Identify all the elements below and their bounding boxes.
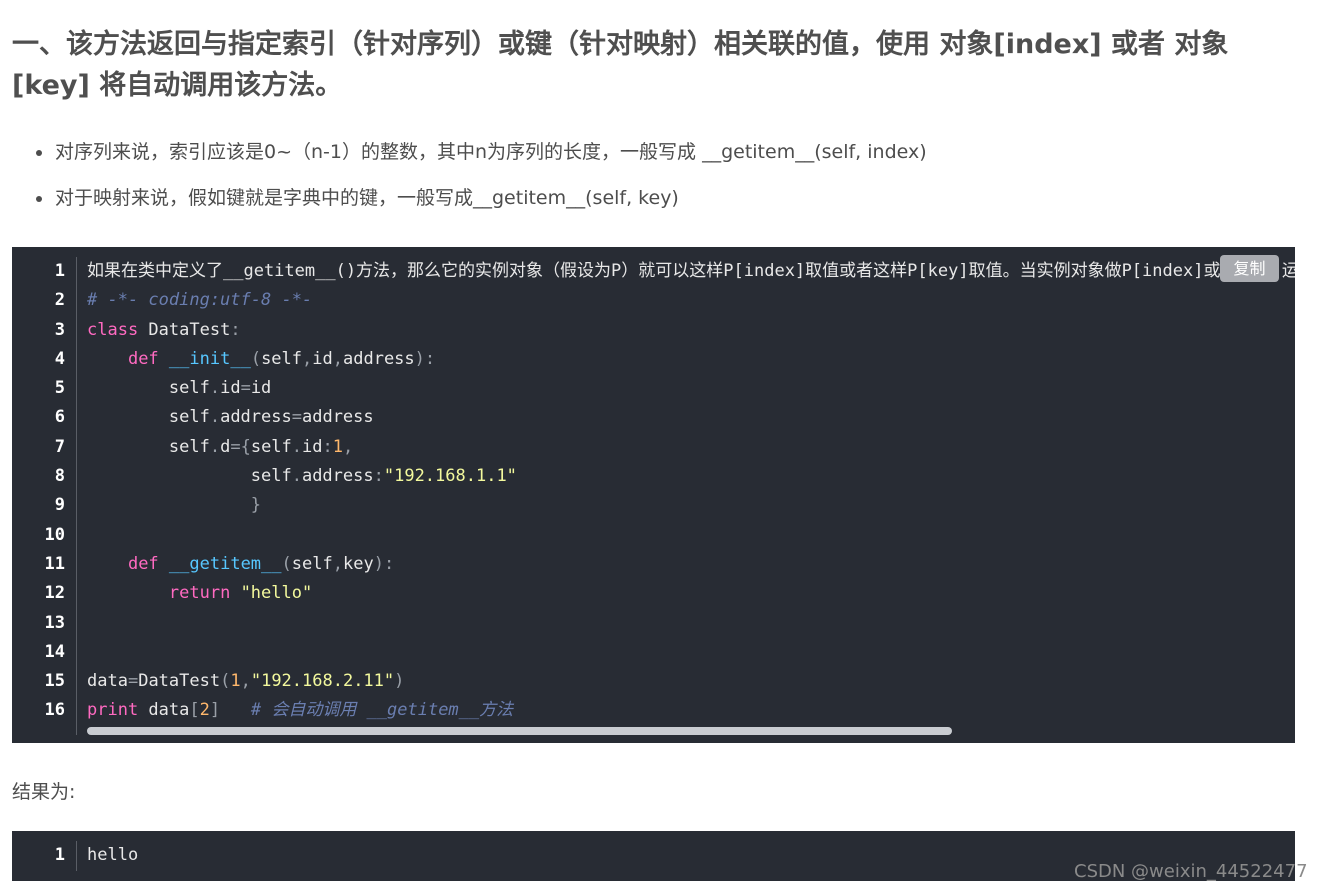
code-line: self.id=id [87, 378, 272, 399]
line-number: 16 [44, 700, 65, 721]
line-number: 3 [54, 319, 65, 340]
line-number: 10 [44, 524, 65, 545]
article-heading: 一、该方法返回与指定索引（针对序列）或键（针对映射）相关联的值，使用 对象[in… [12, 29, 1229, 101]
line-number: 14 [44, 641, 65, 662]
code-line: def __getitem__(self,key): [127, 553, 395, 574]
code-line: # -*- coding:utf-8 -*- [87, 290, 313, 311]
bullet-item-mapping: 对于映射来说，假如键就是字典中的键，一般写成__getitem__(self, … [12, 180, 1302, 226]
copy-button[interactable]: 复制 [1220, 255, 1279, 282]
line-number: 2 [54, 290, 65, 311]
horizontal-scrollbar[interactable] [87, 727, 952, 735]
csdn-watermark: CSDN @weixin_44522477 [1074, 861, 1308, 882]
line-number: 9 [54, 495, 65, 516]
code-line: def __init__(self,id,address): [127, 348, 436, 369]
code-line: 如果在类中定义了__getitem__()方法，那么它的实例对象（假设为P）就可… [87, 261, 1295, 281]
line-number-gutter: 1 [12, 841, 77, 871]
line-number: 4 [54, 348, 65, 369]
code-content[interactable]: 如果在类中定义了__getitem__()方法，那么它的实例对象（假设为P）就可… [87, 257, 1295, 726]
code-line: } [250, 495, 262, 516]
bullet-item-sequence: 对序列来说，索引应该是0~（n-1）的整数，其中n为序列的长度，一般写成 __g… [12, 134, 1302, 180]
code-line: print data[2] # 会自动调用 __getitem__方法 [87, 700, 514, 721]
line-number: 1 [54, 261, 65, 281]
code-line: self.d={self.id:1, [87, 436, 354, 457]
code-line: data=DataTest(1,"192.168.2.11") [87, 671, 405, 692]
line-number: 8 [54, 466, 65, 487]
code-line: self.address=address [87, 407, 374, 428]
code-block-example: 1 2 3 4 5 6 7 8 9 10 11 12 13 14 15 16 如… [12, 247, 1295, 743]
code-line: class DataTest: [87, 319, 241, 340]
line-number: 6 [54, 407, 65, 428]
line-number: 12 [44, 583, 65, 604]
bullet-list: 对序列来说，索引应该是0~（n-1）的整数，其中n为序列的长度，一般写成 __g… [12, 134, 1302, 226]
line-number: 5 [54, 378, 65, 399]
code-line: return "hello" [168, 583, 313, 604]
code-line: self.address:"192.168.1.1" [87, 466, 517, 487]
line-number: 11 [44, 553, 65, 574]
line-number: 7 [54, 436, 65, 457]
result-label: 结果为: [12, 781, 76, 803]
line-number: 15 [44, 671, 65, 692]
line-number: 13 [44, 612, 65, 633]
line-number-gutter: 1 2 3 4 5 6 7 8 9 10 11 12 13 14 15 16 [12, 257, 77, 735]
line-number: 1 [54, 845, 65, 865]
